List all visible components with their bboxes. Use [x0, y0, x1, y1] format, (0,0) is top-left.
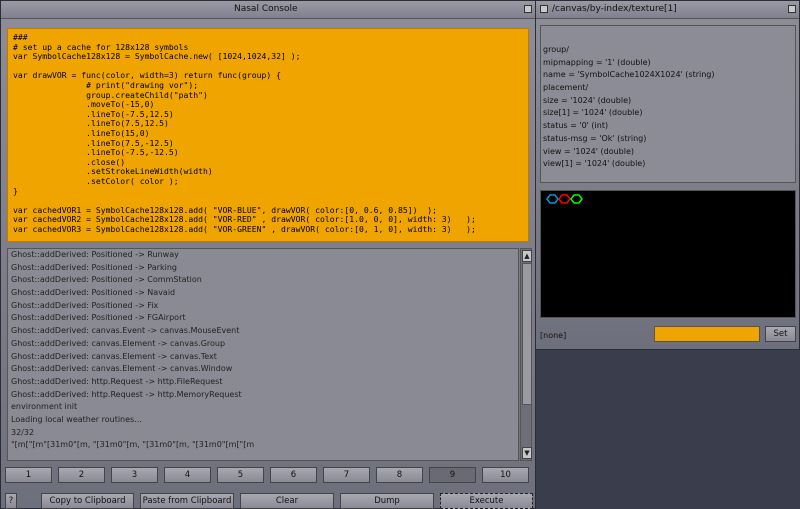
tab-9[interactable]: 9	[429, 467, 476, 483]
tab-8[interactable]: 8	[376, 467, 423, 483]
scroll-down-arrow-icon[interactable]: ▼	[522, 447, 532, 459]
tab-1[interactable]: 1	[5, 467, 52, 483]
log-line: environment init	[11, 402, 78, 412]
property-item[interactable]: name = 'SymbolCache1024X1024' (string)	[541, 69, 795, 82]
inspector-resize-box[interactable]	[788, 5, 796, 13]
dump-button[interactable]: Dump	[340, 493, 434, 509]
canvas-preview-svg	[546, 194, 583, 204]
set-button[interactable]: Set	[765, 326, 796, 342]
log-line: Ghost::addDerived: canvas.Event -> canva…	[11, 326, 240, 336]
tab-10[interactable]: 10	[482, 467, 529, 483]
vor-symbol-red	[558, 194, 571, 204]
console-close-box[interactable]	[524, 5, 532, 13]
property-list: group/mipmapping = '1' (double) name = 'S…	[540, 25, 796, 183]
clear-button[interactable]: Clear	[240, 493, 334, 509]
scroll-up-arrow-icon[interactable]: ▲	[522, 250, 532, 262]
tab-5[interactable]: 5	[217, 467, 264, 483]
property-item[interactable]: group/	[541, 44, 795, 57]
code-text[interactable]: ### # set up a cache for 128x128 symbols…	[13, 32, 528, 234]
property-item[interactable]: size = '1024' (double)	[541, 95, 795, 108]
vor-symbol-blue	[546, 194, 559, 204]
tab-4[interactable]: 4	[164, 467, 211, 483]
log-line: "[m["[m"[31m0"[m, "[31m0"[m, "[31m0"[m, …	[11, 440, 255, 450]
log-line: Ghost::addDerived: Positioned -> CommSta…	[11, 275, 202, 285]
help-button[interactable]: ?	[5, 493, 17, 509]
console-titlebar[interactable]: Nasal Console	[1, 1, 535, 19]
log-line: Ghost::addDerived: http.Request -> http.…	[11, 389, 242, 399]
log-line: Loading local weather routines...	[11, 414, 142, 424]
nasal-console-window: Nasal Console ### # set up a cache for 1…	[0, 0, 536, 509]
paste-from-clipboard-button[interactable]: Paste from Clipboard	[140, 493, 234, 509]
property-item[interactable]: placement/	[541, 82, 795, 95]
log-line: Ghost::addDerived: Positioned -> Runway	[11, 250, 179, 259]
log-line: Ghost::addDerived: Positioned -> Fix	[11, 300, 159, 310]
log-line: 32/32	[11, 427, 35, 437]
tab-2[interactable]: 2	[58, 467, 105, 483]
scroll-thumb[interactable]	[522, 263, 532, 405]
vor-symbol-green	[570, 194, 583, 204]
log-line: Ghost::addDerived: Positioned -> Parking	[11, 262, 177, 272]
inspector-title: /canvas/by-index/texture[1]	[552, 4, 677, 14]
property-item[interactable]: view[1] = '1024' (double)	[541, 158, 795, 171]
log-line: Ghost::addDerived: canvas.Element -> can…	[11, 351, 217, 361]
tab-6[interactable]: 6	[270, 467, 317, 483]
log-line: Ghost::addDerived: http.Request -> http.…	[11, 376, 223, 386]
log-line: Ghost::addDerived: canvas.Element -> can…	[11, 338, 226, 348]
copy-to-clipboard-button[interactable]: Copy to Clipboard	[41, 493, 134, 509]
property-item[interactable]: view = '1024' (double)	[541, 146, 795, 159]
property-item[interactable]: status = '0' (int)	[541, 120, 795, 133]
log-scrollbar[interactable]: ▲ ▼	[520, 248, 532, 461]
property-value-input[interactable]	[654, 326, 760, 342]
log-line: Ghost::addDerived: Positioned -> Navaid	[11, 288, 176, 298]
log-line: Ghost::addDerived: canvas.Element -> can…	[11, 364, 233, 374]
canvas-preview	[540, 190, 796, 318]
output-log: Ghost::addDerived: Positioned -> RunwayG…	[7, 248, 519, 461]
property-item[interactable]: status-msg = 'Ok' (string)	[541, 133, 795, 146]
property-item[interactable]: mipmapping = '1' (double)	[541, 57, 795, 70]
tab-3[interactable]: 3	[111, 467, 158, 483]
property-item[interactable]: size[1] = '1024' (double)	[541, 107, 795, 120]
console-title: Nasal Console	[234, 4, 298, 14]
inspector-titlebar[interactable]: /canvas/by-index/texture[1]	[536, 1, 799, 19]
selected-node-label: [none]	[540, 331, 567, 340]
code-editor[interactable]: ### # set up a cache for 128x128 symbols…	[7, 28, 529, 242]
execute-button[interactable]: Execute	[440, 493, 533, 509]
log-line: Ghost::addDerived: Positioned -> FGAirpo…	[11, 313, 186, 323]
inspector-close-box[interactable]	[540, 5, 548, 13]
property-inspector-window: /canvas/by-index/texture[1] group/mipmap…	[535, 0, 800, 350]
tab-7[interactable]: 7	[323, 467, 370, 483]
